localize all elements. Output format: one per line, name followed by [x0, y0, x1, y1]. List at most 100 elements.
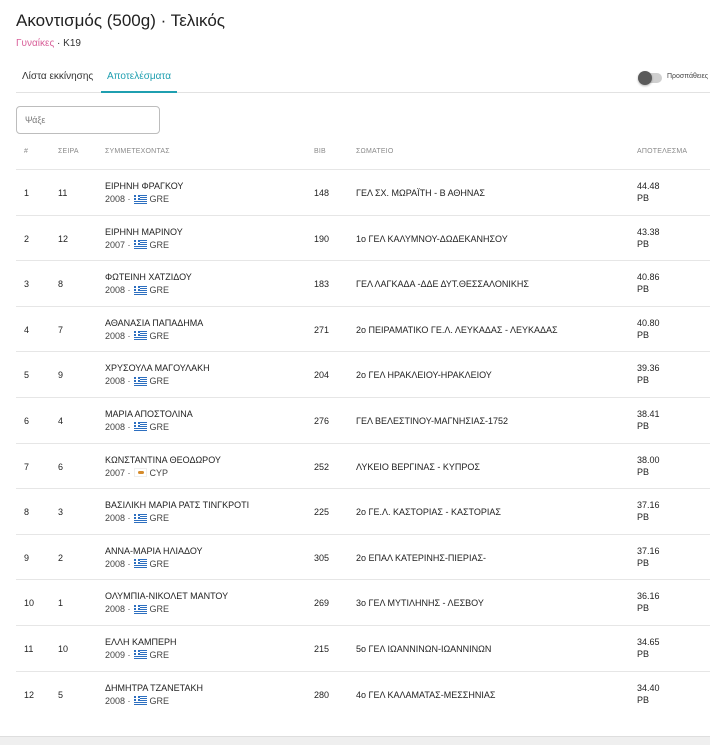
athlete-name[interactable]: ΦΩΤΕΙΝΗ ΧΑΤΖΙΔΟΥ	[105, 272, 192, 282]
country-code: GRE	[149, 194, 170, 204]
tab-results[interactable]: Αποτελέσματα	[101, 66, 178, 93]
rank-cell: 10	[24, 598, 35, 609]
rank-cell: 5	[24, 370, 30, 381]
tab-start-list[interactable]: Λίστα εκκίνησης	[16, 66, 99, 91]
result-mark: 43.38	[637, 226, 660, 237]
meta-separator: ·	[125, 285, 131, 296]
lane-cell: 9	[58, 370, 64, 381]
table-row[interactable]: 12 5 ΔΗΜΗΤΡΑ ΤΖΑΝΕΤΑΚΗ 2008 · GRE 280 4ο ΓΕΛ Κ…	[16, 670, 710, 717]
bib-cell: 305	[314, 552, 330, 563]
table-row[interactable]: 2 12 ΕΙΡΗΝΗ ΜΑΡΙΝΟΥ 2007 · GRE 190 1ο ΓΕΛ ΚΑΛΥ…	[16, 214, 710, 261]
result-mark: 38.00	[637, 454, 660, 465]
athlete-meta: 2008 · GRE	[105, 331, 169, 341]
result-mark: 34.40	[637, 682, 660, 693]
athlete-meta: 2008 · GRE	[105, 696, 169, 706]
meta-separator: ·	[125, 330, 131, 341]
athlete-meta: 2009 · GRE	[105, 650, 169, 660]
lane-cell: 8	[58, 279, 64, 290]
country-code: GRE	[149, 604, 170, 615]
athlete-name[interactable]: ΜΑΡΙΑ ΑΠΟΣΤΟΛΙΝΑ	[105, 409, 193, 419]
athlete-meta: 2008 · GRE	[105, 194, 169, 204]
personal-best-badge: PB	[637, 284, 650, 295]
athlete-name[interactable]: ΔΗΜΗΤΡΑ ΤΖΑΝΕΤΑΚΗ	[105, 683, 203, 693]
athlete-name[interactable]: ΟΛΥΜΠΙΑ-ΝΙΚΟΛΕΤ ΜΑΝΤΟΥ	[105, 591, 228, 601]
table-row[interactable]: 9 2 ΑΝΝΑ-ΜΑΡΙΑ ΗΛΙΑΔΟΥ 2008 · GRE 305 2ο ΕΠΑΛ …	[16, 533, 710, 580]
lane-cell: 11	[58, 188, 68, 198]
result-mark: 37.16	[637, 545, 660, 556]
athlete-name[interactable]: ΕΙΡΗΝΗ ΦΡΑΓΚΟΥ	[105, 181, 183, 191]
table-row[interactable]: 11 10 ΕΛΛΗ ΚΑΜΠΕΡΗ 2009 · GRE 215 5ο ΓΕΛ ΙΩΑΝΝ…	[16, 624, 710, 671]
personal-best-badge: PB	[637, 648, 650, 659]
table-row[interactable]: 10 1 ΟΛΥΜΠΙΑ-ΝΙΚΟΛΕΤ ΜΑΝΤΟΥ 2008 · GRE 269 3ο …	[16, 579, 710, 625]
meta-separator: ·	[125, 513, 131, 524]
table-row[interactable]: 4 7 ΑΘΑΝΑΣΙΑ ΠΑΠΑΔΗΜΑ 2008 · GRE 271 2ο ΠΕΙΡΑΜ…	[16, 305, 710, 352]
club-cell: 2ο ΠΕΙΡΑΜΑΤΙΚΟ ΓΕ.Λ. ΛΕΥΚΑΔΑΣ - ΛΕΥΚΑΔΑΣ	[356, 324, 558, 335]
table-row[interactable]: 5 9 ΧΡΥΣΟΥΛΑ ΜΑΓΟΥΛΑΚΗ 2008 · GRE 204 2ο ΓΕΛ Η…	[16, 351, 710, 397]
club-cell: 3ο ΓΕΛ ΜΥΤΙΛΗΝΗΣ - ΛΕΣΒΟΥ	[356, 598, 484, 609]
toggle-knob[interactable]	[638, 71, 652, 85]
subtitle-separator: ·	[54, 38, 64, 49]
rank-cell: 4	[24, 324, 30, 335]
birth-year: 2008	[105, 376, 126, 387]
athlete-name[interactable]: ΒΑΣΙΛΙΚΗ ΜΑΡΙΑ ΡΑΤΣ ΤΙΝΓΚΡΟΤΙ	[105, 500, 249, 510]
country-code: GRE	[149, 285, 170, 296]
search-input[interactable]	[16, 106, 160, 134]
country-flag-icon	[133, 468, 147, 478]
athlete-name[interactable]: ΚΩΝΣΤΑΝΤΙΝΑ ΘΕΟΔΩΡΟΥ	[105, 455, 221, 465]
meta-separator: ·	[125, 695, 131, 706]
table-row[interactable]: 6 4 ΜΑΡΙΑ ΑΠΟΣΤΟΛΙΝΑ 2008 · GRE 276 ΓΕΛ ΒΕΛΕΣΤ…	[16, 396, 710, 443]
personal-best-badge: PB	[637, 375, 650, 386]
bib-cell: 269	[314, 598, 330, 609]
table-row[interactable]: 8 3 ΒΑΣΙΛΙΚΗ ΜΑΡΙΑ ΡΑΤΣ ΤΙΝΓΚΡΟΤΙ 2008 · GRE…	[16, 488, 710, 534]
athlete-name[interactable]: ΧΡΥΣΟΥΛΑ ΜΑΓΟΥΛΑΚΗ	[105, 363, 210, 373]
result-mark: 44.48	[637, 181, 660, 191]
personal-best-badge: PB	[637, 193, 650, 203]
lane-cell: 10	[58, 643, 69, 654]
personal-best-badge: PB	[637, 512, 650, 523]
athlete-meta: 2008 · GRE	[105, 285, 169, 295]
toggle-label: Προσπάθειες	[667, 73, 709, 80]
club-cell: ΓΕΛ ΒΕΛΕΣΤΙΝΟΥ-ΜΑΓΝΗΣΙΑΣ-1752	[356, 415, 509, 426]
lane-cell: 6	[58, 461, 64, 472]
result-mark: 39.36	[637, 363, 660, 374]
meta-separator: ·	[125, 649, 131, 660]
athlete-meta: 2007 · CYP	[105, 468, 168, 478]
birth-year: 2008	[105, 695, 126, 706]
personal-best-badge: PB	[637, 238, 650, 249]
column-header-bib: BIB	[314, 148, 326, 155]
birth-year: 2008	[105, 330, 126, 341]
athlete-name[interactable]: ΑΘΑΝΑΣΙΑ ΠΑΠΑΔΗΜΑ	[105, 318, 203, 328]
country-flag-icon	[133, 696, 147, 706]
rank-cell: 2	[24, 233, 30, 244]
bib-cell: 271	[314, 324, 330, 335]
birth-year: 2008	[105, 604, 126, 615]
country-code: GRE	[149, 513, 170, 524]
table-row[interactable]: 7 6 ΚΩΝΣΤΑΝΤΙΝΑ ΘΕΟΔΩΡΟΥ 2007 · CYP 252 ΛΥΚΕΙΟ…	[16, 442, 710, 489]
result-mark: 36.16	[637, 591, 660, 602]
personal-best-badge: PB	[637, 603, 650, 614]
result-mark: 40.86	[637, 272, 660, 283]
athlete-name[interactable]: ΑΝΝΑ-ΜΑΡΙΑ ΗΛΙΑΔΟΥ	[105, 546, 203, 556]
table-row[interactable]: 3 8 ΦΩΤΕΙΝΗ ΧΑΤΖΙΔΟΥ 2008 · GRE 183 ΓΕΛ ΛΑΓΚΑΔ…	[16, 260, 710, 306]
country-flag-icon	[133, 240, 147, 250]
category-link[interactable]: Γυναίκες	[16, 38, 54, 49]
lane-cell: 2	[58, 552, 64, 563]
athlete-meta: 2008 · GRE	[105, 559, 169, 569]
athlete-name[interactable]: ΕΙΡΗΝΗ ΜΑΡΙΝΟΥ	[105, 227, 183, 237]
birth-year: 2008	[105, 421, 126, 432]
club-cell: 1ο ΓΕΛ ΚΑΛΥΜΝΟΥ-ΔΩΔΕΚΑΝΗΣΟΥ	[356, 233, 508, 244]
country-code: GRE	[149, 558, 170, 569]
column-header-result: ΑΠΟΤΕΛΕΣΜΑ	[637, 148, 688, 155]
athlete-name[interactable]: ΕΛΛΗ ΚΑΜΠΕΡΗ	[105, 637, 177, 647]
country-flag-icon	[133, 513, 147, 523]
birth-year: 2008	[105, 513, 126, 524]
country-flag-icon	[133, 650, 147, 660]
lane-cell: 4	[58, 415, 64, 426]
country-flag-icon	[133, 559, 147, 569]
country-code: GRE	[149, 376, 170, 387]
table-row[interactable]: 1 11 ΕΙΡΗΝΗ ΦΡΑΓΚΟΥ 2008 · GRE 148 ΓΕΛ ΣΧ. ΜΩΡ…	[16, 169, 710, 215]
meta-separator: ·	[125, 194, 131, 204]
country-code: GRE	[149, 330, 170, 341]
attempts-toggle[interactable]: Προσπάθειες	[638, 71, 710, 85]
result-mark: 37.16	[637, 500, 660, 511]
